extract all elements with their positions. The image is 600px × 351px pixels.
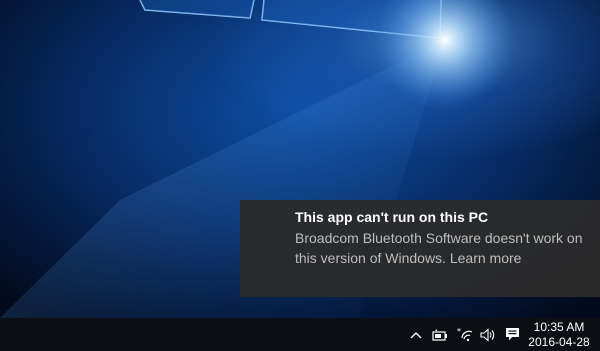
clock-time: 10:35 AM: [533, 320, 585, 334]
clock-date: 2016-04-28: [528, 335, 590, 349]
volume-icon[interactable]: [479, 318, 497, 351]
notification-message: Broadcom Bluetooth Software doesn't work…: [295, 230, 583, 266]
notification-title: This app can't run on this PC: [295, 209, 489, 225]
battery-charging-icon[interactable]: [432, 318, 448, 351]
taskbar-clock[interactable]: 10:35 AM 2016-04-28: [521, 320, 597, 350]
desktop: This app can't run on this PC Broadcom B…: [0, 0, 600, 351]
app-compatibility-notification[interactable]: This app can't run on this PC Broadcom B…: [240, 200, 600, 297]
chevron-up-icon[interactable]: [408, 318, 424, 351]
action-center-icon[interactable]: [503, 318, 521, 351]
wifi-icon[interactable]: *: [456, 318, 474, 351]
taskbar: * 10:35 AM 2016-04-28: [0, 318, 600, 351]
svg-text:*: *: [457, 328, 461, 336]
